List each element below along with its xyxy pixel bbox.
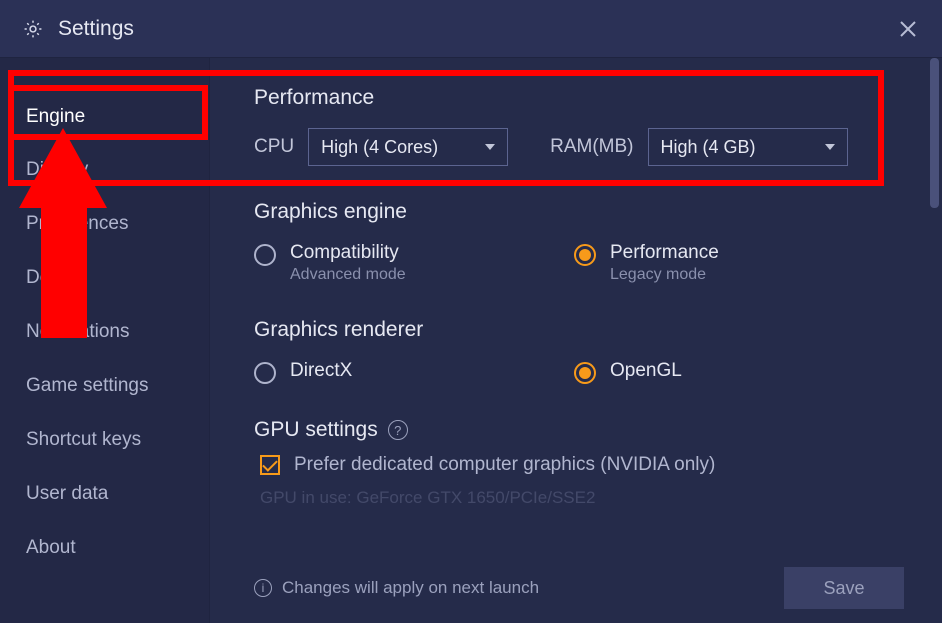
sidebar-item-notifications[interactable]: Notifications bbox=[0, 305, 209, 359]
sidebar-item-label: Game settings bbox=[26, 375, 149, 396]
footer-info: i Changes will apply on next launch bbox=[254, 578, 539, 598]
cpu-dropdown[interactable]: High (4 Cores) bbox=[308, 128, 508, 166]
radio-icon bbox=[574, 244, 596, 266]
radio-sublabel: Advanced mode bbox=[290, 266, 406, 284]
radio-opengl[interactable]: OpenGL bbox=[574, 360, 894, 384]
chevron-down-icon bbox=[825, 144, 835, 150]
ram-dropdown-value: High (4 GB) bbox=[661, 137, 756, 158]
sidebar-item-label: Preferences bbox=[26, 213, 128, 234]
radio-icon bbox=[254, 362, 276, 384]
graphics-renderer-heading: Graphics renderer bbox=[254, 318, 908, 342]
sidebar-item-user-data[interactable]: User data bbox=[0, 467, 209, 521]
sidebar-item-label: Display bbox=[26, 159, 88, 180]
sidebar-item-preferences[interactable]: Preferences bbox=[0, 197, 209, 251]
radio-directx[interactable]: DirectX bbox=[254, 360, 574, 384]
sidebar-item-label: Shortcut keys bbox=[26, 429, 141, 450]
close-icon[interactable] bbox=[892, 13, 924, 45]
radio-icon bbox=[254, 244, 276, 266]
settings-header: Settings bbox=[0, 0, 942, 58]
sidebar-item-label: Engine bbox=[26, 106, 85, 127]
sidebar-item-display[interactable]: Display bbox=[0, 143, 209, 197]
main-panel: Performance CPU High (4 Cores) RAM(MB) H… bbox=[210, 58, 942, 623]
radio-label: OpenGL bbox=[610, 360, 682, 382]
performance-row: CPU High (4 Cores) RAM(MB) High (4 GB) bbox=[254, 128, 908, 166]
sidebar: Engine Display Preferences Device Notifi… bbox=[0, 58, 210, 623]
sidebar-item-label: About bbox=[26, 537, 76, 558]
footer: i Changes will apply on next launch Save bbox=[210, 553, 942, 623]
radio-sublabel: Legacy mode bbox=[610, 266, 719, 284]
cpu-dropdown-value: High (4 Cores) bbox=[321, 137, 438, 158]
sidebar-item-shortcut-keys[interactable]: Shortcut keys bbox=[0, 413, 209, 467]
info-icon: i bbox=[254, 579, 272, 597]
radio-performance[interactable]: Performance Legacy mode bbox=[574, 242, 894, 284]
gpu-in-use-text: GPU in use: GeForce GTX 1650/PCIe/SSE2 bbox=[254, 488, 908, 508]
radio-label: Compatibility bbox=[290, 242, 406, 264]
page-title: Settings bbox=[58, 17, 134, 41]
checkbox-icon bbox=[260, 455, 280, 475]
radio-compatibility[interactable]: Compatibility Advanced mode bbox=[254, 242, 574, 284]
graphics-engine-heading: Graphics engine bbox=[254, 200, 908, 224]
performance-heading: Performance bbox=[254, 86, 908, 110]
graphics-renderer-options: DirectX OpenGL bbox=[254, 360, 908, 384]
sidebar-item-device[interactable]: Device bbox=[0, 251, 209, 305]
sidebar-item-label: Notifications bbox=[26, 321, 130, 342]
scrollbar-thumb[interactable] bbox=[930, 58, 939, 208]
sidebar-item-label: Device bbox=[26, 267, 84, 288]
chevron-down-icon bbox=[485, 144, 495, 150]
radio-label: DirectX bbox=[290, 360, 352, 382]
active-tab-underline bbox=[26, 134, 84, 137]
cpu-label: CPU bbox=[254, 136, 294, 158]
gpu-settings-heading-row: GPU settings ? bbox=[254, 418, 908, 442]
body: Engine Display Preferences Device Notifi… bbox=[0, 58, 942, 623]
graphics-engine-options: Compatibility Advanced mode Performance … bbox=[254, 242, 908, 284]
scrollbar[interactable] bbox=[930, 58, 939, 558]
sidebar-item-about[interactable]: About bbox=[0, 521, 209, 575]
gpu-checkbox-label: Prefer dedicated computer graphics (NVID… bbox=[294, 454, 715, 476]
gear-icon bbox=[22, 18, 44, 40]
sidebar-item-label: User data bbox=[26, 483, 108, 504]
radio-icon bbox=[574, 362, 596, 384]
footer-info-text: Changes will apply on next launch bbox=[282, 578, 539, 598]
sidebar-item-game-settings[interactable]: Game settings bbox=[0, 359, 209, 413]
ram-dropdown[interactable]: High (4 GB) bbox=[648, 128, 848, 166]
gpu-settings-heading: GPU settings bbox=[254, 418, 378, 442]
header-left: Settings bbox=[22, 17, 134, 41]
help-icon[interactable]: ? bbox=[388, 420, 408, 440]
radio-label: Performance bbox=[610, 242, 719, 264]
save-button[interactable]: Save bbox=[784, 567, 904, 609]
gpu-checkbox-row[interactable]: Prefer dedicated computer graphics (NVID… bbox=[254, 454, 908, 476]
ram-label: RAM(MB) bbox=[550, 136, 633, 158]
